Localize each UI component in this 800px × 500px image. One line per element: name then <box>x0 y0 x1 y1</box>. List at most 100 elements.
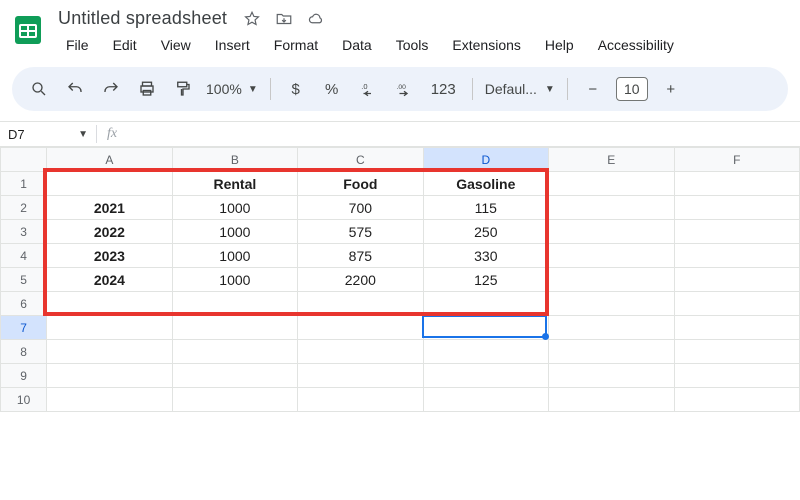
undo-icon[interactable] <box>62 76 88 102</box>
column-header-E[interactable]: E <box>549 148 674 172</box>
increase-decimal-button[interactable]: .00 <box>391 76 417 102</box>
decrease-font-size-button[interactable]: − <box>580 76 606 102</box>
format-percent-button[interactable]: % <box>319 76 345 102</box>
cell-D10[interactable] <box>423 388 548 412</box>
menu-format[interactable]: Format <box>264 33 328 57</box>
row-header-5[interactable]: 5 <box>1 268 47 292</box>
menu-help[interactable]: Help <box>535 33 584 57</box>
cell-E3[interactable] <box>549 220 674 244</box>
cell-F3[interactable] <box>674 220 799 244</box>
format-currency-button[interactable]: $ <box>283 76 309 102</box>
menu-data[interactable]: Data <box>332 33 382 57</box>
cell-C5[interactable]: 2200 <box>298 268 423 292</box>
menu-accessibility[interactable]: Accessibility <box>588 33 684 57</box>
cell-B6[interactable] <box>172 292 297 316</box>
cell-B7[interactable] <box>172 316 297 340</box>
cell-C6[interactable] <box>298 292 423 316</box>
cell-F1[interactable] <box>674 172 799 196</box>
cell-A10[interactable] <box>47 388 172 412</box>
cell-A3[interactable]: 2022 <box>47 220 172 244</box>
move-folder-icon[interactable] <box>275 10 293 28</box>
zoom-select[interactable]: 100% ▼ <box>206 81 258 97</box>
cell-B9[interactable] <box>172 364 297 388</box>
cell-F10[interactable] <box>674 388 799 412</box>
row-header-9[interactable]: 9 <box>1 364 47 388</box>
cell-A5[interactable]: 2024 <box>47 268 172 292</box>
sheets-logo-icon[interactable] <box>10 6 46 54</box>
cell-E9[interactable] <box>549 364 674 388</box>
cell-C3[interactable]: 575 <box>298 220 423 244</box>
column-header-B[interactable]: B <box>172 148 297 172</box>
cell-F2[interactable] <box>674 196 799 220</box>
cell-D2[interactable]: 115 <box>423 196 548 220</box>
cell-A7[interactable] <box>47 316 172 340</box>
cell-C7[interactable] <box>298 316 423 340</box>
cell-D5[interactable]: 125 <box>423 268 548 292</box>
cell-C4[interactable]: 875 <box>298 244 423 268</box>
cell-A6[interactable] <box>47 292 172 316</box>
cell-F9[interactable] <box>674 364 799 388</box>
cell-B3[interactable]: 1000 <box>172 220 297 244</box>
column-header-C[interactable]: C <box>298 148 423 172</box>
decrease-decimal-button[interactable]: .0 <box>355 76 381 102</box>
column-header-A[interactable]: A <box>47 148 172 172</box>
cell-E7[interactable] <box>549 316 674 340</box>
cell-F6[interactable] <box>674 292 799 316</box>
redo-icon[interactable] <box>98 76 124 102</box>
select-all-corner[interactable] <box>1 148 47 172</box>
font-size-input[interactable]: 10 <box>616 77 648 101</box>
cell-C1[interactable]: Food <box>298 172 423 196</box>
cell-E8[interactable] <box>549 340 674 364</box>
paint-format-icon[interactable] <box>170 76 196 102</box>
cell-D4[interactable]: 330 <box>423 244 548 268</box>
print-icon[interactable] <box>134 76 160 102</box>
font-family-select[interactable]: Defaul... ▼ <box>485 81 555 97</box>
cell-B10[interactable] <box>172 388 297 412</box>
cell-E10[interactable] <box>549 388 674 412</box>
cell-A9[interactable] <box>47 364 172 388</box>
cell-C8[interactable] <box>298 340 423 364</box>
cell-B5[interactable]: 1000 <box>172 268 297 292</box>
search-icon[interactable] <box>26 76 52 102</box>
cell-B1[interactable]: Rental <box>172 172 297 196</box>
cell-F5[interactable] <box>674 268 799 292</box>
document-title[interactable]: Untitled spreadsheet <box>56 6 229 31</box>
menu-file[interactable]: File <box>56 33 99 57</box>
more-formats-button[interactable]: 123 <box>427 76 460 102</box>
cell-C10[interactable] <box>298 388 423 412</box>
cell-F7[interactable] <box>674 316 799 340</box>
column-header-D[interactable]: D <box>423 148 548 172</box>
menu-extensions[interactable]: Extensions <box>442 33 530 57</box>
cell-A8[interactable] <box>47 340 172 364</box>
menu-insert[interactable]: Insert <box>205 33 260 57</box>
cell-A2[interactable]: 2021 <box>47 196 172 220</box>
cloud-status-icon[interactable] <box>307 10 325 28</box>
cell-A4[interactable]: 2023 <box>47 244 172 268</box>
cell-B4[interactable]: 1000 <box>172 244 297 268</box>
cell-B8[interactable] <box>172 340 297 364</box>
cell-A1[interactable] <box>47 172 172 196</box>
menu-tools[interactable]: Tools <box>386 33 439 57</box>
cell-C9[interactable] <box>298 364 423 388</box>
cell-D8[interactable] <box>423 340 548 364</box>
cell-B2[interactable]: 1000 <box>172 196 297 220</box>
cell-D7[interactable] <box>423 316 548 340</box>
cell-D6[interactable] <box>423 292 548 316</box>
cell-C2[interactable]: 700 <box>298 196 423 220</box>
cell-E2[interactable] <box>549 196 674 220</box>
row-header-4[interactable]: 4 <box>1 244 47 268</box>
menu-edit[interactable]: Edit <box>103 33 147 57</box>
row-header-6[interactable]: 6 <box>1 292 47 316</box>
cell-E4[interactable] <box>549 244 674 268</box>
increase-font-size-button[interactable]: + <box>658 76 684 102</box>
row-header-10[interactable]: 10 <box>1 388 47 412</box>
row-header-3[interactable]: 3 <box>1 220 47 244</box>
spreadsheet-grid[interactable]: ABCDEF1RentalFoodGasoline220211000700115… <box>0 147 800 412</box>
row-header-7[interactable]: 7 <box>1 316 47 340</box>
cell-E1[interactable] <box>549 172 674 196</box>
cell-D9[interactable] <box>423 364 548 388</box>
cell-F8[interactable] <box>674 340 799 364</box>
row-header-1[interactable]: 1 <box>1 172 47 196</box>
cell-D1[interactable]: Gasoline <box>423 172 548 196</box>
cell-E5[interactable] <box>549 268 674 292</box>
